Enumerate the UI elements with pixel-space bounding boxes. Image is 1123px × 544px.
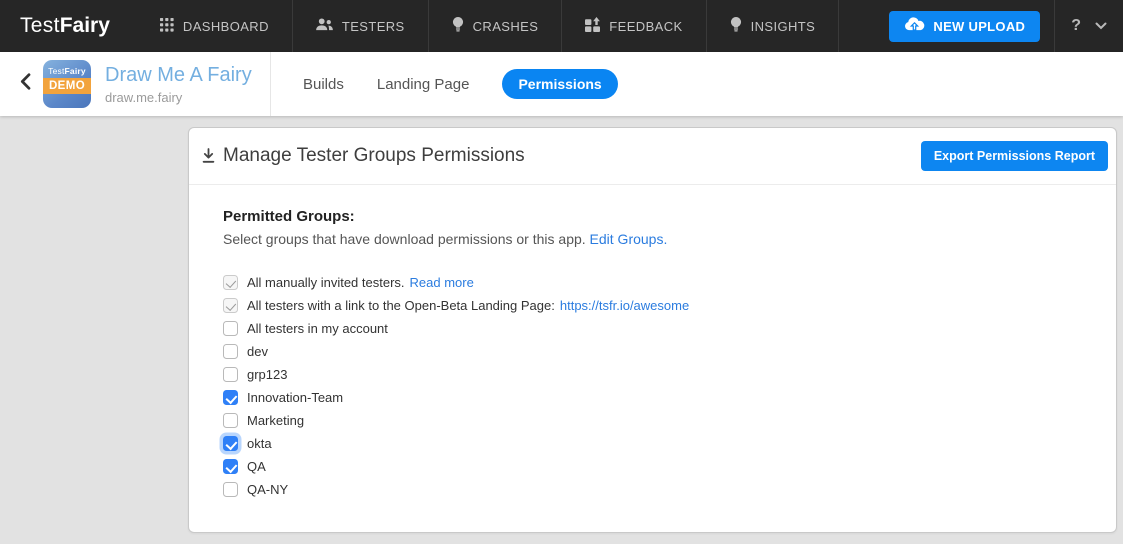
- group-label[interactable]: Innovation-Team: [247, 390, 343, 405]
- grid-icon: [160, 18, 174, 35]
- group-row: All testers in my account: [223, 317, 1082, 340]
- tab-landing-page[interactable]: Landing Page: [377, 76, 470, 93]
- group-checkbox[interactable]: [223, 413, 238, 428]
- group-checkbox[interactable]: [223, 298, 238, 313]
- top-nav: TestFairy DASHBOARD TESTERS CRASHES FEED…: [0, 0, 1123, 52]
- logo-text-bold: Fairy: [60, 14, 110, 38]
- group-row: QA-NY: [223, 478, 1082, 501]
- nav-item-crashes[interactable]: CRASHES: [429, 0, 563, 52]
- section-subtitle-text: Select groups that have download permiss…: [223, 231, 586, 247]
- testfairy-logo[interactable]: TestFairy: [0, 0, 110, 52]
- tab-builds[interactable]: Builds: [303, 76, 344, 93]
- group-row: grp123: [223, 363, 1082, 386]
- group-label[interactable]: okta: [247, 436, 272, 451]
- group-row: okta: [223, 432, 1082, 455]
- new-upload-label: NEW UPLOAD: [933, 19, 1025, 34]
- nav-item-insights[interactable]: INSIGHTS: [707, 0, 840, 52]
- group-checkbox[interactable]: [223, 275, 238, 290]
- nav-right: NEW UPLOAD ?: [889, 0, 1123, 52]
- group-checkbox[interactable]: [223, 436, 238, 451]
- group-label[interactable]: All testers in my account: [247, 321, 388, 336]
- group-row: All testers with a link to the Open-Beta…: [223, 294, 1082, 317]
- bulb-icon: [452, 17, 464, 36]
- header-divider: [270, 52, 271, 116]
- group-link[interactable]: https://tsfr.io/awesome: [560, 298, 689, 313]
- new-upload-button[interactable]: NEW UPLOAD: [889, 11, 1040, 42]
- card-title: Manage Tester Groups Permissions: [223, 145, 525, 167]
- nav-item-label: INSIGHTS: [751, 19, 816, 34]
- app-tabs: Builds Landing Page Permissions: [303, 52, 618, 116]
- section-subtitle: Select groups that have download permiss…: [223, 231, 1082, 247]
- group-label[interactable]: grp123: [247, 367, 287, 382]
- edit-groups-link[interactable]: Edit Groups.: [590, 231, 668, 247]
- group-checkbox[interactable]: [223, 344, 238, 359]
- nav-item-label: CRASHES: [473, 19, 539, 34]
- group-link[interactable]: Read more: [410, 275, 474, 290]
- group-label[interactable]: Marketing: [247, 413, 304, 428]
- group-row: All manually invited testers. Read more: [223, 271, 1082, 294]
- section-heading: Permitted Groups:: [223, 208, 1082, 226]
- cloud-upload-icon: [904, 17, 925, 35]
- group-label[interactable]: All testers with a link to the Open-Beta…: [247, 298, 555, 313]
- group-list: All manually invited testers. Read more …: [223, 271, 1082, 501]
- group-checkbox[interactable]: [223, 390, 238, 405]
- back-button[interactable]: [14, 73, 36, 95]
- group-checkbox[interactable]: [223, 482, 238, 497]
- chevron-left-icon: [20, 73, 31, 95]
- tab-permissions[interactable]: Permissions: [502, 69, 617, 99]
- group-row: dev: [223, 340, 1082, 363]
- group-label[interactable]: QA-NY: [247, 482, 288, 497]
- chevron-down-icon: [1095, 17, 1107, 35]
- permissions-card: Manage Tester Groups Permissions Export …: [188, 127, 1117, 533]
- nav-item-testers[interactable]: TESTERS: [293, 0, 429, 52]
- app-icon-text: TestFairy: [43, 60, 91, 78]
- group-checkbox[interactable]: [223, 459, 238, 474]
- users-icon: [316, 18, 333, 34]
- nav-item-dashboard[interactable]: DASHBOARD: [136, 0, 293, 52]
- bulb-icon: [730, 17, 742, 36]
- page-body: Manage Tester Groups Permissions Export …: [0, 116, 1123, 544]
- nav-item-label: DASHBOARD: [183, 19, 269, 34]
- card-content: Permitted Groups: Select groups that hav…: [189, 185, 1116, 501]
- app-subtitle: draw.me.fairy: [105, 90, 252, 105]
- nav-menu: DASHBOARD TESTERS CRASHES FEEDBACK INSIG…: [136, 0, 839, 52]
- account-menu-button[interactable]: [1089, 17, 1123, 35]
- nav-item-label: FEEDBACK: [609, 19, 682, 34]
- help-button[interactable]: ?: [1055, 17, 1089, 35]
- nav-item-feedback[interactable]: FEEDBACK: [562, 0, 706, 52]
- group-label[interactable]: QA: [247, 459, 266, 474]
- group-label[interactable]: All manually invited testers.: [247, 275, 405, 290]
- card-header: Manage Tester Groups Permissions Export …: [189, 128, 1116, 185]
- nav-item-label: TESTERS: [342, 19, 405, 34]
- logo-text-light: Test: [20, 14, 60, 38]
- app-title: Draw Me A Fairy: [105, 64, 252, 87]
- group-checkbox[interactable]: [223, 367, 238, 382]
- app-icon: TestFairy DEMO: [43, 60, 91, 108]
- group-label[interactable]: dev: [247, 344, 268, 359]
- group-row: Innovation-Team: [223, 386, 1082, 409]
- group-row: Marketing: [223, 409, 1082, 432]
- app-titles: Draw Me A Fairy draw.me.fairy: [105, 64, 252, 105]
- group-checkbox[interactable]: [223, 321, 238, 336]
- export-permissions-report-button[interactable]: Export Permissions Report: [921, 141, 1108, 171]
- tiles-icon: [585, 17, 600, 35]
- group-row: QA: [223, 455, 1082, 478]
- demo-badge: DEMO: [43, 78, 91, 94]
- download-icon: [201, 148, 216, 165]
- app-header: TestFairy DEMO Draw Me A Fairy draw.me.f…: [0, 52, 1123, 116]
